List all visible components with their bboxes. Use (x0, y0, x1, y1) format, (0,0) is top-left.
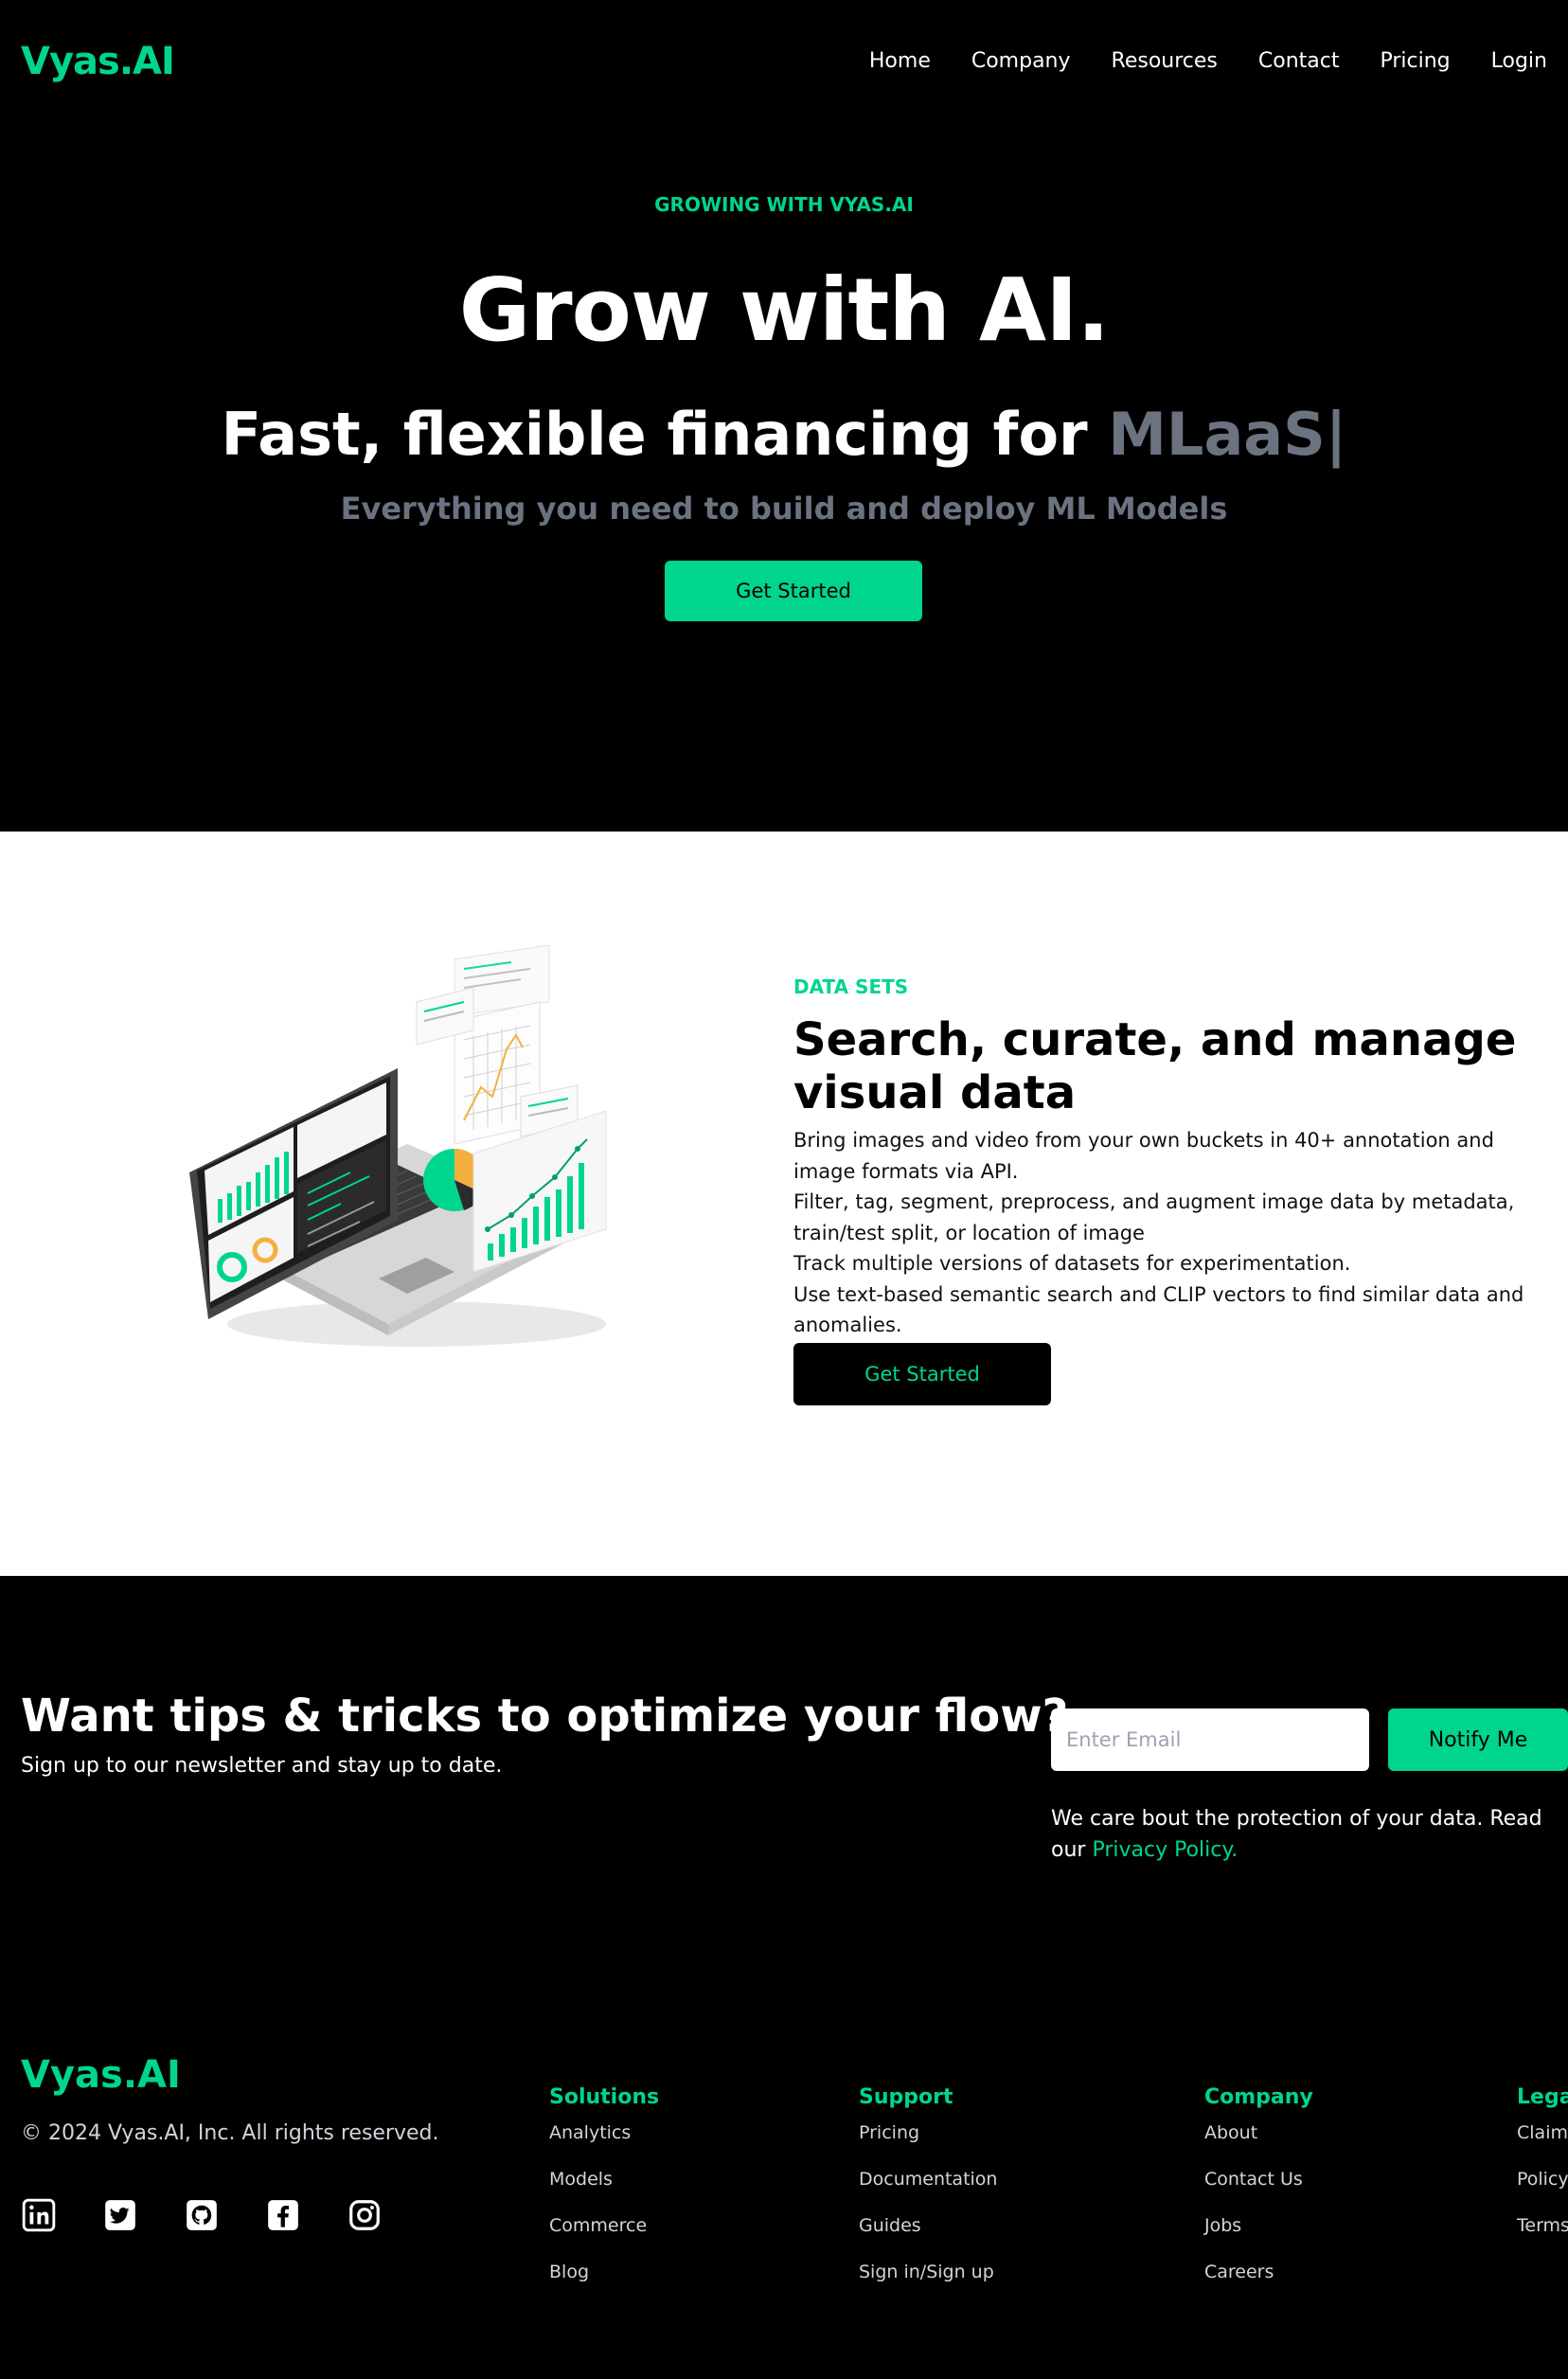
hero-description: Everything you need to build and deploy … (340, 491, 1228, 527)
footer-link-about[interactable]: About (1204, 2122, 1313, 2169)
nav-link-company[interactable]: Company (971, 49, 1071, 73)
datasets-title: Search, curate, and manage visual data (793, 1013, 1517, 1119)
datasets-section: DATA SETS Search, curate, and manage vis… (0, 832, 1568, 1576)
footer-link-terms[interactable]: Terms (1517, 2215, 1568, 2262)
notify-me-button[interactable]: Notify Me (1388, 1708, 1568, 1771)
datasets-feature-list: Bring images and video from your own buc… (793, 1125, 1560, 1341)
nav-link-contact[interactable]: Contact (1258, 49, 1340, 73)
footer-link-documentation[interactable]: Documentation (859, 2169, 997, 2215)
nav-links: Home Company Resources Contact Pricing L… (869, 49, 1547, 73)
footer-link-careers[interactable]: Careers (1204, 2262, 1313, 2308)
nav-link-login[interactable]: Login (1491, 49, 1547, 73)
privacy-notice: We care bout the protection of your data… (1051, 1803, 1562, 1866)
newsletter-subtitle: Sign up to our newsletter and stay up to… (21, 1754, 503, 1778)
footer-link-blog[interactable]: Blog (549, 2262, 659, 2308)
datasets-eyebrow: DATA SETS (793, 975, 909, 998)
top-nav: Vyas.AI Home Company Resources Contact P… (0, 0, 1568, 127)
email-field[interactable] (1051, 1708, 1369, 1771)
footer: Vyas.AI © 2024 Vyas.AI, Inc. All rights … (0, 2012, 1568, 2379)
footer-link-sign-in[interactable]: Sign in/Sign up (859, 2262, 997, 2308)
footer-link-jobs[interactable]: Jobs (1204, 2215, 1313, 2262)
github-icon[interactable] (184, 2197, 220, 2233)
footer-column-title: Legal (1517, 2085, 1568, 2109)
footer-column-solutions: Solutions Analytics Models Commerce Blog (549, 2085, 659, 2308)
linkedin-icon[interactable] (21, 2197, 57, 2233)
datasets-feature-item: Bring images and video from your own buc… (793, 1129, 1494, 1183)
datasets-feature-item: Filter, tag, segment, preprocess, and au… (793, 1190, 1515, 1244)
newsletter-title: Want tips & tricks to optimize your flow… (21, 1690, 1069, 1743)
footer-logo[interactable]: Vyas.AI (21, 2053, 181, 2097)
social-links (21, 2197, 383, 2233)
newsletter-section: Want tips & tricks to optimize your flow… (0, 1576, 1568, 2012)
hero-subtitle-typed: MLaaS| (1108, 400, 1347, 469)
footer-copyright: © 2024 Vyas.AI, Inc. All rights reserved… (21, 2121, 439, 2145)
footer-column-title: Support (859, 2085, 953, 2109)
footer-column-support: Support Pricing Documentation Guides Sig… (859, 2085, 997, 2308)
footer-link-contact-us[interactable]: Contact Us (1204, 2169, 1313, 2215)
privacy-policy-link[interactable]: Privacy Policy. (1092, 1838, 1238, 1862)
footer-link-commerce[interactable]: Commerce (549, 2215, 659, 2262)
footer-link-policy[interactable]: Policy (1517, 2169, 1568, 2215)
datasets-feature-item: Use text-based semantic search and CLIP … (793, 1282, 1524, 1337)
footer-link-claim[interactable]: Claim (1517, 2122, 1568, 2169)
footer-column-title: Company (1204, 2085, 1313, 2109)
footer-column-legal: Legal Claim Policy Terms (1517, 2085, 1568, 2262)
nav-link-pricing[interactable]: Pricing (1380, 49, 1450, 73)
hero-subtitle: Fast, flexible financing for MLaaS| (0, 400, 1568, 469)
brand-logo[interactable]: Vyas.AI (21, 40, 175, 83)
footer-link-guides[interactable]: Guides (859, 2215, 997, 2262)
datasets-feature-item: Track multiple versions of datasets for … (793, 1252, 1351, 1275)
hero-eyebrow: GROWING WITH VYAS.AI (654, 193, 914, 216)
footer-link-analytics[interactable]: Analytics (549, 2122, 659, 2169)
footer-link-models[interactable]: Models (549, 2169, 659, 2215)
datasets-get-started-button[interactable]: Get Started (793, 1343, 1051, 1405)
hero-get-started-button[interactable]: Get Started (665, 561, 922, 621)
hero-section: GROWING WITH VYAS.AI Grow with AI. Fast,… (0, 127, 1568, 832)
footer-link-pricing[interactable]: Pricing (859, 2122, 997, 2169)
hero-title: Grow with AI. (458, 259, 1111, 361)
nav-link-home[interactable]: Home (869, 49, 931, 73)
nav-link-resources[interactable]: Resources (1112, 49, 1218, 73)
hero-subtitle-prefix: Fast, flexible financing for (221, 400, 1109, 469)
twitter-icon[interactable] (102, 2197, 138, 2233)
facebook-icon[interactable] (265, 2197, 301, 2233)
footer-column-company: Company About Contact Us Jobs Careers (1204, 2085, 1313, 2308)
instagram-icon[interactable] (347, 2197, 383, 2233)
footer-column-title: Solutions (549, 2085, 660, 2109)
laptop-analytics-illustration (180, 944, 634, 1352)
